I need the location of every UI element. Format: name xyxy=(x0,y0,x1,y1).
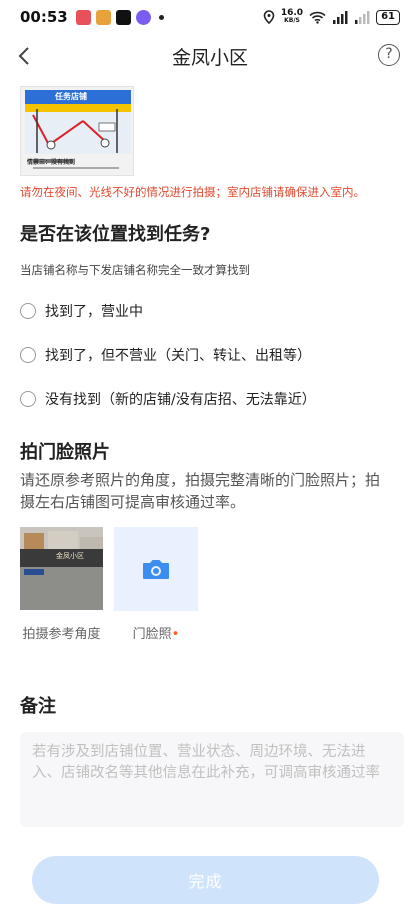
reference-angle-photo[interactable]: 金凤小区 xyxy=(20,527,103,610)
illustration-sign-text: 任务店铺 xyxy=(55,92,87,101)
status-time: 00:53 xyxy=(20,8,68,26)
radio-circle-icon[interactable] xyxy=(20,391,36,407)
back-arrow-icon[interactable] xyxy=(12,43,38,69)
reference-angle-label: 拍摄参考角度 xyxy=(22,627,101,642)
wifi-icon xyxy=(309,11,326,24)
required-mark: • xyxy=(171,627,180,642)
done-button[interactable]: 完成 xyxy=(32,856,379,904)
storefront-upload-label-text: 门脸照 xyxy=(132,627,172,642)
notification-icons xyxy=(75,9,164,25)
signal-secondary-icon xyxy=(355,10,370,24)
battery-indicator: 61 xyxy=(376,9,400,25)
reference-photo-graphic xyxy=(20,527,103,610)
reference-photo-sign: 金凤小区 xyxy=(56,552,84,560)
network-speed: 16.0 KB/S xyxy=(281,9,303,25)
task-found-title: 是否在该位置找到任务? xyxy=(20,224,211,245)
calendar-notification-icon xyxy=(95,9,111,25)
option-label: 找到了，但不营业（关门、转让、出租等） xyxy=(45,348,311,364)
storefront-photo-title: 拍门脸照片 xyxy=(20,442,110,463)
option-label: 找到了，营业中 xyxy=(45,304,143,320)
option-not-found[interactable]: 没有找到（新的店铺/没有店招、无法靠近） xyxy=(20,389,316,409)
status-bar: 00:53 16.0 KB/S 61 xyxy=(0,0,420,34)
camera-icon xyxy=(143,560,169,579)
storefront-photo-upload[interactable] xyxy=(114,527,198,611)
radio-circle-icon[interactable] xyxy=(20,303,36,319)
reference-illustration[interactable]: 任务店铺 情景三：没有找到 xyxy=(20,86,134,176)
option-label: 没有找到（新的店铺/没有店招、无法靠近） xyxy=(45,392,316,408)
app-notification-icon xyxy=(75,9,91,25)
radio-circle-icon[interactable] xyxy=(20,347,36,363)
more-notifications-icon xyxy=(158,14,164,20)
location-icon xyxy=(263,10,275,24)
option-found-open[interactable]: 找到了，营业中 xyxy=(20,301,143,321)
network-speed-unit: KB/S xyxy=(284,17,300,24)
page-title: 金凤小区 xyxy=(171,46,248,69)
help-icon[interactable]: ? xyxy=(378,44,400,66)
option-found-closed[interactable]: 找到了，但不营业（关门、转让、出租等） xyxy=(20,345,311,365)
storefront-upload-label: 门脸照• xyxy=(114,625,198,645)
task-found-hint: 当店铺名称与下发店铺名称完全一致才算找到 xyxy=(20,263,250,277)
status-indicators: 16.0 KB/S 61 xyxy=(263,9,400,25)
tiktok-icon xyxy=(115,9,131,25)
circle-app-icon xyxy=(135,9,151,25)
remark-input[interactable] xyxy=(20,732,404,827)
storefront-photo-description: 请还原参考照片的角度，拍摄完整清晰的门脸照片；拍摄左右店铺图可提高审核通过率。 xyxy=(20,471,381,511)
network-speed-value: 16.0 xyxy=(280,8,304,18)
photo-warning-text: 请勿在夜间、光线不好的情况进行拍摄；室内店铺请确保进入室内。 xyxy=(20,185,365,199)
illustration-caption: 情景三：没有找到 xyxy=(27,159,76,166)
nav-bar: 金凤小区 ? xyxy=(0,34,420,78)
remark-title: 备注 xyxy=(20,696,56,717)
signal-icon xyxy=(333,10,348,24)
